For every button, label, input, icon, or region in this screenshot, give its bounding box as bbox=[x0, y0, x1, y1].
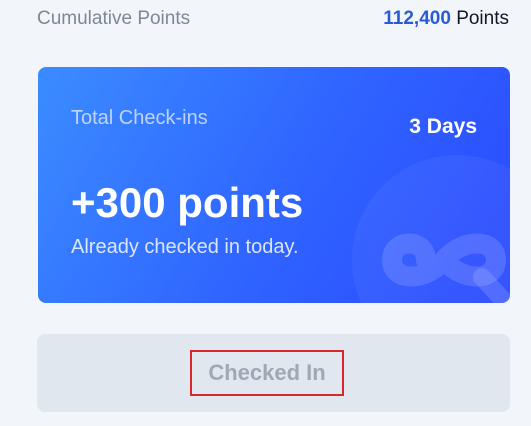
checked-in-button-label: Checked In bbox=[190, 350, 344, 396]
checkin-summary-card: Total Check-ins 3 Days +300 points Alrea… bbox=[38, 67, 510, 303]
cumulative-points-value: 112,400 Points bbox=[383, 8, 509, 30]
checked-in-button[interactable]: Checked In bbox=[37, 334, 510, 412]
cumulative-points-number: 112,400 bbox=[383, 8, 451, 29]
cumulative-points-label: Cumulative Points bbox=[37, 8, 191, 29]
total-checkins-label: Total Check-ins bbox=[71, 107, 208, 129]
cumulative-points-unit: Points bbox=[456, 8, 509, 29]
checkin-status-text: Already checked in today. bbox=[71, 236, 299, 258]
points-earned: +300 points bbox=[71, 179, 304, 226]
cumulative-points-row: Cumulative Points 112,400 Points bbox=[37, 5, 509, 33]
infinity-q-icon bbox=[381, 233, 510, 303]
checkin-days-count: 3 Days bbox=[409, 115, 477, 138]
